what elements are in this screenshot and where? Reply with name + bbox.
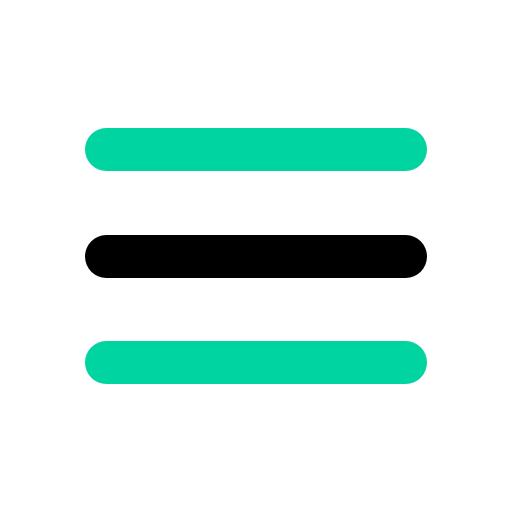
menu-button[interactable] (0, 0, 512, 512)
menu-bar-middle (85, 235, 427, 278)
icon-canvas (0, 0, 512, 512)
menu-bar-bottom (85, 341, 427, 384)
hamburger-menu-icon (0, 0, 512, 512)
menu-bar-top (85, 128, 427, 171)
